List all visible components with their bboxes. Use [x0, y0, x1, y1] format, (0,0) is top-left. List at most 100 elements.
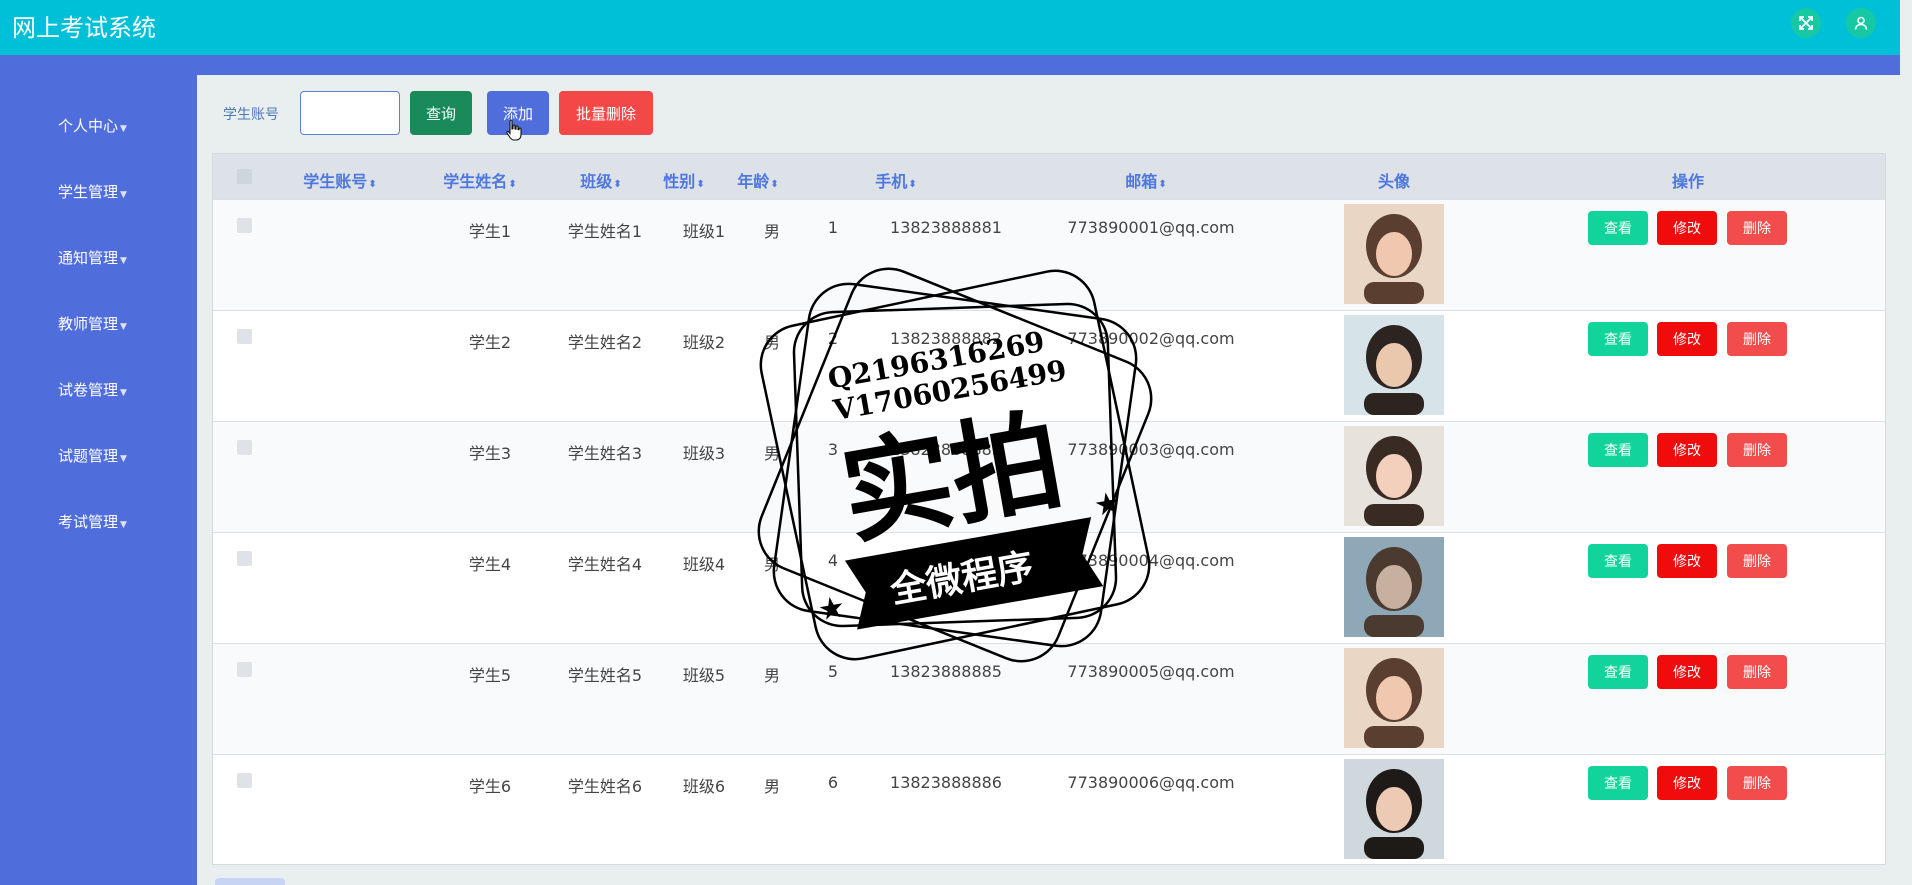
sidebar-item-notice-management[interactable]: 通知管理 ▼	[58, 247, 127, 268]
avatar-image	[1344, 204, 1444, 304]
top-bar: 网上考试系统	[0, 0, 1900, 55]
sort-icon: ⬍	[368, 179, 377, 190]
query-button[interactable]: 查询	[410, 91, 472, 135]
star-icon: ★	[815, 590, 848, 629]
row-checkbox[interactable]	[237, 662, 252, 677]
sidebar-item-paper-management[interactable]: 试卷管理 ▼	[58, 379, 127, 400]
column-header-phone[interactable]: 手机⬍	[875, 168, 916, 192]
watermark-stamp: Q2196316269 V17060256499 实拍 全微程序 ★ ★	[757, 267, 1153, 663]
delete-button[interactable]: 删除	[1727, 766, 1787, 800]
cell-account: 学生6	[468, 777, 512, 796]
avatar-image	[1344, 759, 1444, 859]
column-header-actions: 操作	[1671, 172, 1705, 191]
sort-icon: ⬍	[613, 179, 622, 190]
row-checkbox[interactable]	[237, 329, 252, 344]
caret-down-icon: ▼	[120, 190, 127, 200]
delete-button[interactable]: 删除	[1727, 433, 1787, 467]
view-button[interactable]: 查看	[1588, 322, 1648, 356]
sort-icon: ⬍	[770, 179, 779, 190]
cell-name: 学生姓名2	[567, 333, 643, 352]
hand-cursor-icon	[506, 119, 522, 141]
user-icon[interactable]	[1846, 8, 1876, 38]
row-checkbox[interactable]	[237, 773, 252, 788]
table-header: 学生账号⬍ 学生姓名⬍ 班级⬍ 性别⬍ 年龄⬍ 手机⬍ 邮箱⬍ 头像 操作	[213, 154, 1885, 199]
cell-account: 学生5	[468, 666, 512, 685]
caret-down-icon: ▼	[120, 388, 127, 398]
edit-button[interactable]: 修改	[1657, 433, 1717, 467]
column-header-age[interactable]: 年龄⬍	[737, 168, 778, 192]
sidebar-item-label: 学生管理	[58, 183, 119, 201]
column-header-class[interactable]: 班级⬍	[580, 168, 621, 192]
edit-button[interactable]: 修改	[1657, 655, 1717, 689]
column-header-gender[interactable]: 性别⬍	[663, 168, 704, 192]
cell-class: 班级1	[682, 222, 726, 241]
sidebar-item-question-management[interactable]: 试题管理 ▼	[58, 445, 127, 466]
cell-name: 学生姓名5	[567, 666, 643, 685]
cell-gender: 男	[763, 777, 781, 796]
view-button[interactable]: 查看	[1588, 766, 1648, 800]
view-button[interactable]: 查看	[1588, 433, 1648, 467]
pagination[interactable]	[215, 878, 285, 885]
sort-icon: ⬍	[508, 179, 517, 190]
caret-down-icon: ▼	[120, 322, 127, 332]
avatar-image	[1344, 426, 1444, 526]
edit-button[interactable]: 修改	[1657, 544, 1717, 578]
cell-class: 班级2	[682, 333, 726, 352]
header-band	[0, 55, 1900, 75]
row-checkbox[interactable]	[237, 218, 252, 233]
sidebar-item-exam-management[interactable]: 考试管理 ▼	[58, 511, 127, 532]
sidebar-item-label: 考试管理	[58, 513, 119, 531]
cell-account: 学生1	[468, 222, 512, 241]
select-all-checkbox[interactable]	[237, 169, 252, 184]
row-checkbox[interactable]	[237, 551, 252, 566]
view-button[interactable]: 查看	[1588, 544, 1648, 578]
sort-icon: ⬍	[1158, 179, 1167, 190]
sidebar-item-teacher-management[interactable]: 教师管理 ▼	[58, 313, 127, 334]
caret-down-icon: ▼	[120, 454, 127, 464]
edit-button[interactable]: 修改	[1657, 322, 1717, 356]
search-label: 学生账号	[223, 107, 279, 123]
sort-icon: ⬍	[908, 179, 917, 190]
view-button[interactable]: 查看	[1588, 655, 1648, 689]
caret-down-icon: ▼	[120, 256, 127, 266]
cell-age: 1	[827, 218, 839, 237]
caret-down-icon: ▼	[120, 124, 127, 134]
row-checkbox[interactable]	[237, 440, 252, 455]
student-account-search-input[interactable]	[300, 91, 400, 135]
delete-button[interactable]: 删除	[1727, 322, 1787, 356]
sidebar-item-student-management[interactable]: 学生管理 ▼	[58, 181, 127, 202]
cell-account: 学生4	[468, 555, 512, 574]
app-title: 网上考试系统	[12, 14, 156, 42]
column-header-name[interactable]: 学生姓名⬍	[443, 168, 516, 192]
sidebar-item-label: 试卷管理	[58, 381, 119, 399]
cell-class: 班级5	[682, 666, 726, 685]
batch-delete-button[interactable]: 批量删除	[559, 91, 653, 135]
edit-button[interactable]: 修改	[1657, 211, 1717, 245]
table-row: 学生6 学生姓名6 班级6 男 6 13823888886 773890006@qq.com…	[213, 754, 1885, 865]
sidebar-item-label: 个人中心	[58, 117, 119, 135]
view-button[interactable]: 查看	[1588, 211, 1648, 245]
column-header-avatar: 头像	[1377, 172, 1411, 191]
avatar-image	[1344, 537, 1444, 637]
cell-phone: 13823888886	[890, 773, 1002, 792]
cell-class: 班级4	[682, 555, 726, 574]
column-header-account[interactable]: 学生账号⬍	[303, 168, 376, 192]
sidebar-item-label: 试题管理	[58, 447, 119, 465]
delete-button[interactable]: 删除	[1727, 211, 1787, 245]
cell-class: 班级6	[682, 777, 726, 796]
sidebar-item-label: 教师管理	[58, 315, 119, 333]
sidebar-item-personal-center[interactable]: 个人中心 ▼	[58, 115, 127, 136]
sort-icon: ⬍	[696, 179, 705, 190]
fullscreen-icon[interactable]	[1791, 8, 1821, 38]
edit-button[interactable]: 修改	[1657, 766, 1717, 800]
delete-button[interactable]: 删除	[1727, 655, 1787, 689]
sidebar-item-label: 通知管理	[58, 249, 119, 267]
cell-name: 学生姓名3	[567, 444, 643, 463]
sidebar: 个人中心 ▼ 学生管理 ▼ 通知管理 ▼ 教师管理 ▼ 试卷管理 ▼ 试题管理 ▼ 考试管理…	[0, 75, 197, 885]
delete-button[interactable]: 删除	[1727, 544, 1787, 578]
cell-age: 6	[827, 773, 839, 792]
cell-phone: 13823888881	[890, 218, 1002, 237]
column-header-email[interactable]: 邮箱⬍	[1125, 168, 1166, 192]
avatar-image	[1344, 315, 1444, 415]
cell-email: 773890001@qq.com	[1067, 218, 1235, 237]
